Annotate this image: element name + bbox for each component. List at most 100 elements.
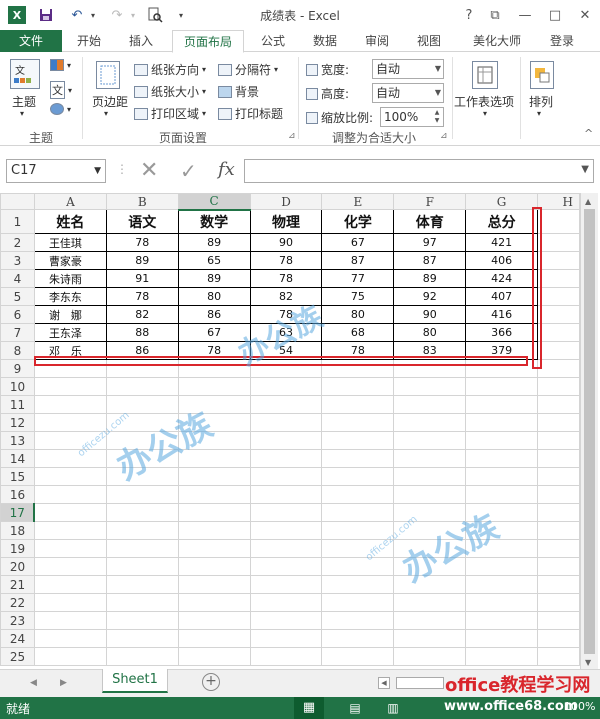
table-cell[interactable]: 王东泽 xyxy=(33,323,107,342)
row-header-17[interactable]: 17 xyxy=(0,503,36,522)
row-header-5[interactable]: 5 xyxy=(0,287,35,306)
empty-cell[interactable] xyxy=(321,611,395,630)
table-cell[interactable]: 77 xyxy=(321,269,395,288)
empty-cell[interactable] xyxy=(33,413,107,432)
empty-cell[interactable] xyxy=(177,503,251,522)
table-cell[interactable]: 407 xyxy=(465,287,539,306)
row-header-16[interactable]: 16 xyxy=(0,485,35,504)
row-header-9[interactable]: 9 xyxy=(0,359,35,378)
empty-cell[interactable] xyxy=(393,449,467,468)
table-cell[interactable]: 86 xyxy=(177,305,251,324)
themes-dropdown-icon[interactable]: ▾ xyxy=(20,109,24,118)
empty-cell[interactable] xyxy=(537,467,580,486)
print-area-button[interactable]: 打印区域 ▾ xyxy=(134,105,206,122)
empty-cell[interactable] xyxy=(249,503,323,522)
row-header-6[interactable]: 6 xyxy=(0,305,35,324)
table-cell[interactable]: 406 xyxy=(465,251,539,270)
tab-insert[interactable]: 插入 xyxy=(118,30,164,52)
empty-cell[interactable] xyxy=(537,503,580,522)
name-box[interactable]: C17 ▼ xyxy=(6,159,106,183)
table-cell[interactable]: 90 xyxy=(249,233,323,252)
theme-fonts-button[interactable]: 文 ▾ xyxy=(50,81,72,99)
empty-cell[interactable] xyxy=(177,539,251,558)
empty-cell[interactable] xyxy=(465,611,539,630)
tab-review[interactable]: 审阅 xyxy=(354,30,400,52)
empty-cell[interactable] xyxy=(249,521,323,540)
empty-cell[interactable] xyxy=(465,629,539,648)
empty-cell[interactable] xyxy=(33,467,107,486)
empty-cell[interactable] xyxy=(105,575,179,594)
tab-formulas[interactable]: 公式 xyxy=(250,30,296,52)
scale-to-fit-dialog-launcher-icon[interactable]: ⊿ xyxy=(440,131,448,141)
empty-cell[interactable] xyxy=(393,431,467,450)
row-header-14[interactable]: 14 xyxy=(0,449,35,468)
tab-file[interactable]: 文件 xyxy=(0,30,62,52)
maximize-button[interactable]: □ xyxy=(542,4,568,26)
empty-cell[interactable] xyxy=(537,593,580,612)
empty-cell[interactable] xyxy=(249,467,323,486)
row-header-25[interactable]: 25 xyxy=(0,647,35,666)
empty-cell[interactable] xyxy=(321,431,395,450)
table-cell[interactable]: 416 xyxy=(465,305,539,324)
column-header-h[interactable]: H xyxy=(537,193,580,210)
empty-cell[interactable] xyxy=(33,395,107,414)
empty-cell[interactable] xyxy=(249,449,323,468)
empty-cell[interactable] xyxy=(33,539,107,558)
empty-cell[interactable] xyxy=(321,629,395,648)
table-header-cell[interactable]: 语文 xyxy=(105,209,179,234)
scroll-down-icon[interactable]: ▼ xyxy=(585,658,591,667)
empty-cell[interactable] xyxy=(321,413,395,432)
table-header-cell[interactable]: 姓名 xyxy=(33,209,107,234)
formula-bar-resize-icon[interactable]: ⋮ xyxy=(116,162,128,176)
normal-view-icon[interactable]: ▦ xyxy=(294,697,324,719)
table-cell[interactable]: 李东东 xyxy=(33,287,107,306)
empty-cell[interactable] xyxy=(249,485,323,504)
empty-cell[interactable] xyxy=(321,521,395,540)
empty-cell[interactable] xyxy=(33,611,107,630)
minimize-button[interactable]: — xyxy=(512,4,538,26)
scale-spin-icon[interactable]: ▲ ▼ xyxy=(432,109,442,125)
empty-cell[interactable] xyxy=(249,593,323,612)
table-header-cell[interactable]: 总分 xyxy=(465,209,539,234)
sheet-nav-right-icon[interactable]: ▶ xyxy=(60,678,67,688)
empty-cell[interactable] xyxy=(321,557,395,576)
page-layout-view-icon[interactable]: ▤ xyxy=(340,697,370,719)
cancel-icon[interactable]: ✕ xyxy=(140,158,158,183)
empty-cell[interactable] xyxy=(105,377,179,396)
table-cell[interactable]: 75 xyxy=(321,287,395,306)
table-cell[interactable]: 421 xyxy=(465,233,539,252)
sheet-nav-left-icon[interactable]: ◀ xyxy=(30,678,37,688)
empty-cell[interactable] xyxy=(249,377,323,396)
collapse-ribbon-icon[interactable]: ^ xyxy=(584,127,593,140)
empty-cell[interactable] xyxy=(393,485,467,504)
row-header-21[interactable]: 21 xyxy=(0,575,35,594)
row-header-7[interactable]: 7 xyxy=(0,323,35,342)
login-link[interactable]: 登录 xyxy=(542,30,582,52)
empty-cell[interactable] xyxy=(465,431,539,450)
empty-cell[interactable] xyxy=(321,395,395,414)
table-cell[interactable]: 67 xyxy=(321,233,395,252)
table-cell[interactable]: 89 xyxy=(105,251,179,270)
empty-cell[interactable] xyxy=(177,593,251,612)
empty-cell[interactable] xyxy=(33,377,107,396)
row-header-19[interactable]: 19 xyxy=(0,539,35,558)
empty-cell[interactable] xyxy=(393,629,467,648)
table-cell[interactable]: 89 xyxy=(177,233,251,252)
empty-cell[interactable] xyxy=(321,377,395,396)
empty-cell[interactable] xyxy=(177,485,251,504)
row-header-3[interactable]: 3 xyxy=(0,251,35,270)
empty-cell[interactable] xyxy=(465,593,539,612)
close-button[interactable]: ✕ xyxy=(572,4,598,26)
empty-cell[interactable] xyxy=(465,647,539,666)
vertical-scroll-thumb[interactable] xyxy=(584,209,595,654)
empty-cell[interactable] xyxy=(537,413,580,432)
table-header-cell[interactable]: 体育 xyxy=(393,209,467,234)
tab-data[interactable]: 数据 xyxy=(302,30,348,52)
tab-page-layout[interactable]: 页面布局 xyxy=(172,30,244,53)
table-cell[interactable]: 90 xyxy=(393,305,467,324)
empty-cell[interactable] xyxy=(177,575,251,594)
empty-cell[interactable] xyxy=(177,467,251,486)
zoom-level[interactable]: 100% xyxy=(564,700,595,713)
empty-cell[interactable] xyxy=(105,521,179,540)
table-cell[interactable]: 78 xyxy=(249,251,323,270)
